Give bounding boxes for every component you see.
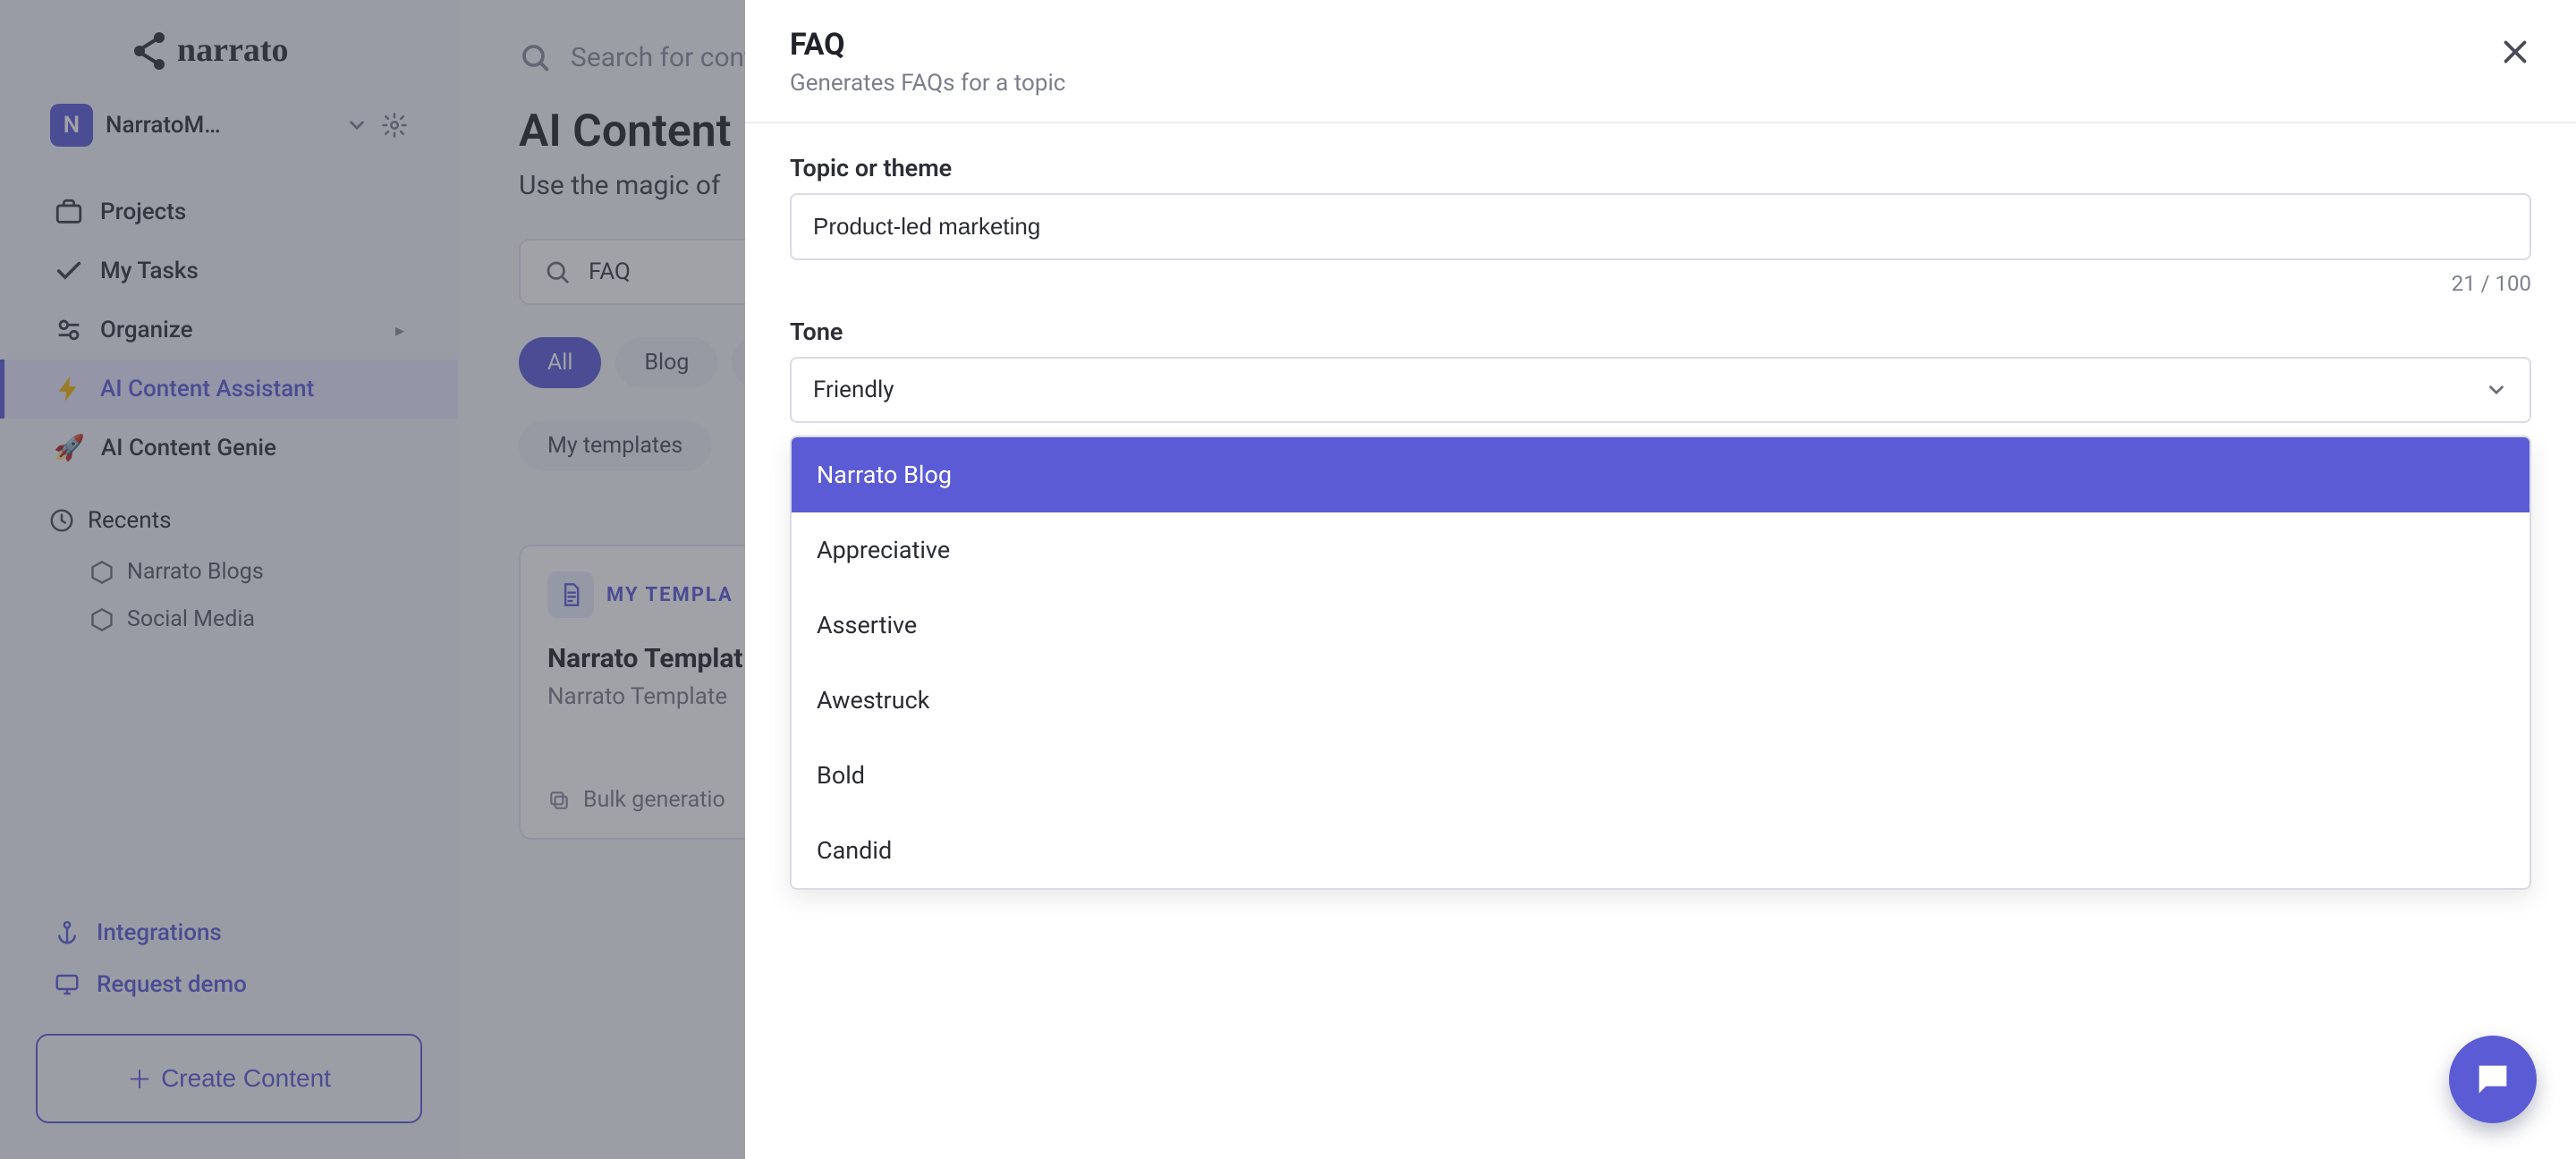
panel-body: Topic or theme 21 / 100 Tone Friendly Na… [745,123,2576,920]
tone-selected-value: Friendly [813,376,894,403]
tone-option[interactable]: Narrato Blog [792,437,2529,512]
panel-subtitle: Generates FAQs for a topic [790,70,2531,97]
tone-option[interactable]: Candid [792,813,2529,888]
tone-select[interactable]: Friendly [790,357,2531,423]
close-icon [2499,36,2531,68]
tone-option[interactable]: Bold [792,738,2529,813]
topic-char-counter: 21 / 100 [790,271,2531,296]
chevron-down-icon [2485,378,2508,402]
faq-panel: FAQ Generates FAQs for a topic Topic or … [745,0,2576,1159]
chat-icon [2472,1059,2513,1100]
topic-input[interactable] [790,193,2531,260]
tone-dropdown: Narrato Blog Appreciative Assertive Awes… [790,436,2531,890]
tone-option[interactable]: Assertive [792,588,2529,663]
panel-header: FAQ Generates FAQs for a topic [745,0,2576,123]
tone-option[interactable]: Appreciative [792,512,2529,588]
panel-title: FAQ [790,27,2531,63]
modal-overlay[interactable]: FAQ Generates FAQs for a topic Topic or … [0,0,2576,1159]
tone-option[interactable]: Awestruck [792,663,2529,738]
chat-fab[interactable] [2449,1036,2537,1123]
topic-label: Topic or theme [790,154,2531,182]
close-button[interactable] [2499,36,2531,68]
tone-label: Tone [790,317,2531,346]
